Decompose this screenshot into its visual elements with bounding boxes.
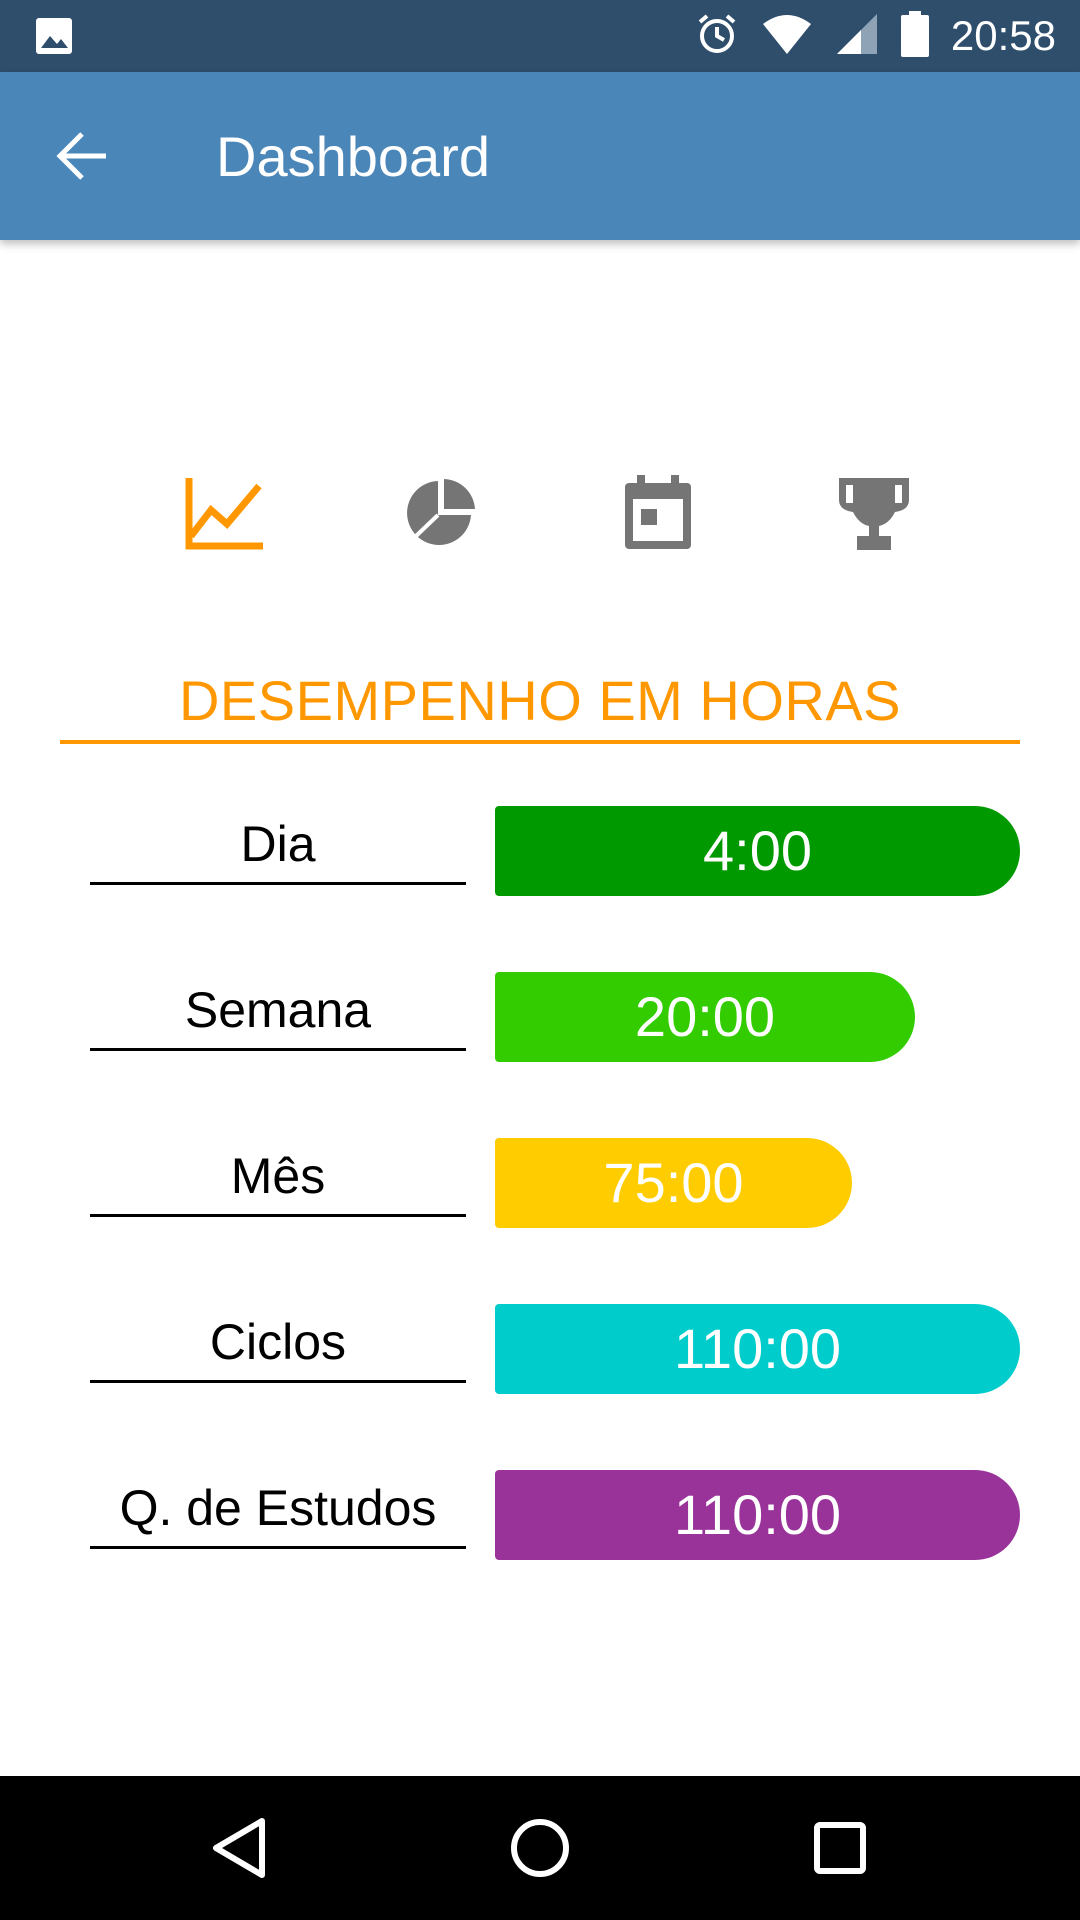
stat-label: Semana xyxy=(184,982,372,1038)
stat-value-bar: 110:00 xyxy=(495,1470,1020,1560)
signal-icon xyxy=(835,12,879,61)
stat-label: Q. de Estudos xyxy=(119,1480,437,1536)
stat-label: Dia xyxy=(240,816,316,872)
section-divider xyxy=(60,740,1020,744)
trophy-icon xyxy=(835,474,913,557)
label-underline xyxy=(90,1214,466,1217)
stat-row-ciclos: Ciclos 110:00 xyxy=(0,1304,1080,1394)
tab-calendar[interactable] xyxy=(613,470,703,560)
stat-row-q-de-estudos: Q. de Estudos 110:00 xyxy=(0,1470,1080,1560)
clock-time: 20:58 xyxy=(950,12,1056,59)
arrow-back-icon[interactable] xyxy=(52,126,112,186)
alarm-icon xyxy=(695,12,739,61)
stat-value-bar: 20:00 xyxy=(495,972,915,1062)
home-circle-icon[interactable] xyxy=(504,1812,576,1884)
stat-value-bar: 110:00 xyxy=(495,1304,1020,1394)
system-nav-bar xyxy=(0,1776,1080,1920)
tab-trophy[interactable] xyxy=(829,470,919,560)
stat-label: Ciclos xyxy=(209,1314,347,1370)
tab-pie-chart[interactable] xyxy=(396,470,486,560)
battery-icon xyxy=(900,10,929,62)
stat-row-semana: Semana 20:00 xyxy=(0,972,1080,1062)
label-underline xyxy=(90,1380,466,1383)
pie-chart-icon xyxy=(405,477,477,554)
image-icon xyxy=(34,16,74,61)
section-title: DESEMPENHO EM HORAS xyxy=(178,669,902,732)
line-chart-icon xyxy=(185,476,265,555)
stat-row-dia: Dia 4:00 xyxy=(0,806,1080,896)
stat-row-mes: Mês 75:00 xyxy=(0,1138,1080,1228)
back-triangle-icon[interactable] xyxy=(204,1812,276,1884)
calendar-icon xyxy=(623,474,693,556)
stat-value-bar: 4:00 xyxy=(495,806,1020,896)
stat-value-bar: 75:00 xyxy=(495,1138,852,1228)
wifi-icon xyxy=(761,12,813,61)
recents-square-icon[interactable] xyxy=(804,1812,876,1884)
label-underline xyxy=(90,1048,466,1051)
stat-label: Mês xyxy=(230,1148,326,1204)
status-bar: 20:58 xyxy=(0,0,1080,72)
label-underline xyxy=(90,1546,466,1549)
tab-line-chart[interactable] xyxy=(180,470,270,560)
dashboard-tabs xyxy=(0,470,1080,560)
label-underline xyxy=(90,882,466,885)
page-title: Dashboard xyxy=(216,125,490,188)
app-bar: Dashboard xyxy=(0,72,1080,240)
